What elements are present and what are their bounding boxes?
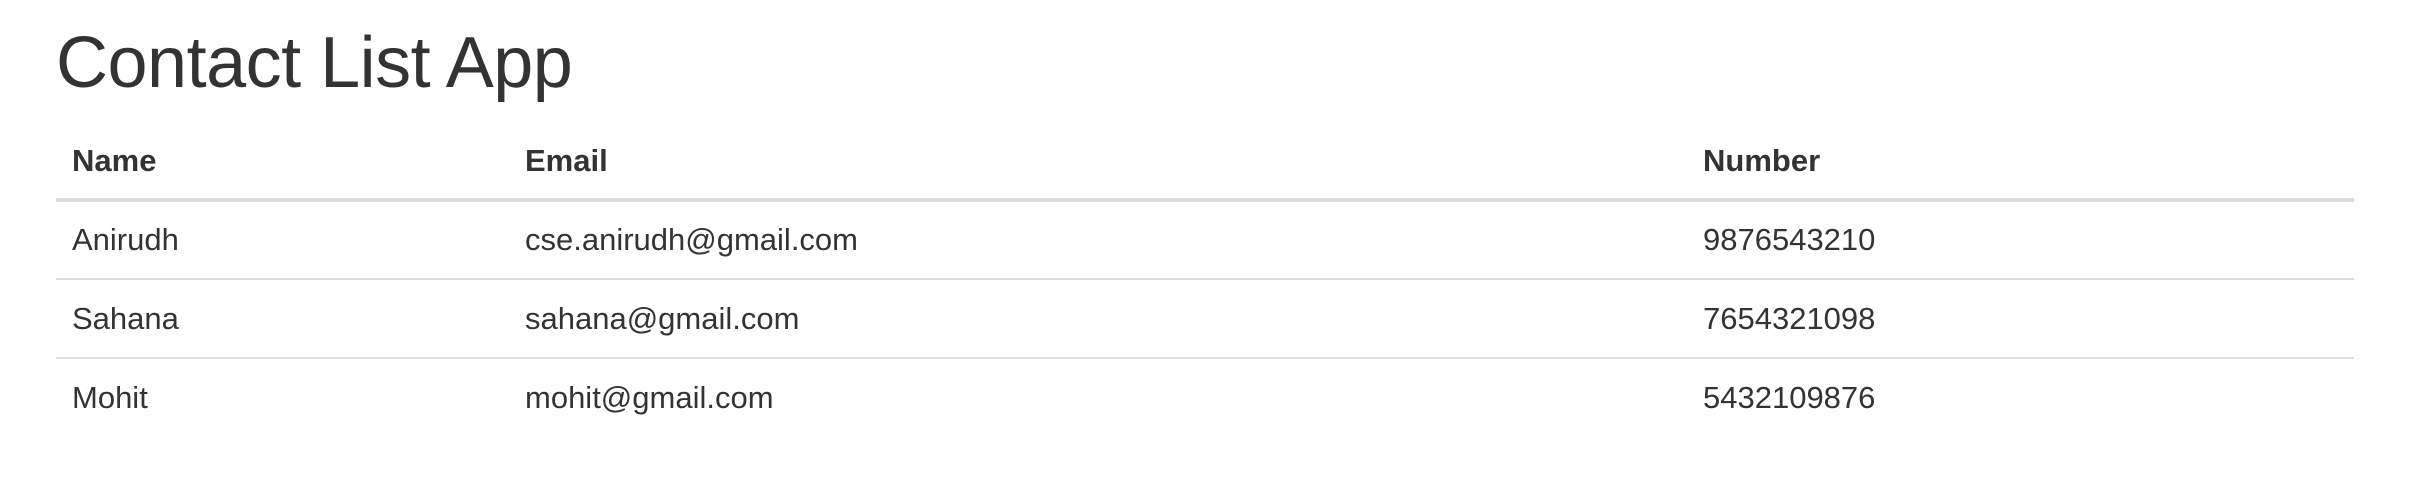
contact-email: cse.anirudh@gmail.com — [509, 200, 1687, 280]
contacts-table: Name Email Number Anirudh cse.anirudh@gm… — [56, 124, 2354, 437]
contact-name: Sahana — [56, 279, 509, 359]
header-row: Name Email Number — [56, 124, 2354, 202]
contact-name: Anirudh — [56, 200, 509, 280]
table-row: Anirudh cse.anirudh@gmail.com 9876543210 — [56, 200, 2354, 280]
table-row: Mohit mohit@gmail.com 5432109876 — [56, 358, 2354, 437]
contact-email: sahana@gmail.com — [509, 279, 1687, 359]
contact-number: 7654321098 — [1687, 279, 2354, 359]
contact-number: 9876543210 — [1687, 200, 2354, 280]
table-header: Name Email Number — [56, 124, 2354, 202]
page-title: Contact List App — [56, 23, 573, 103]
column-header-name: Name — [56, 124, 509, 202]
column-header-email: Email — [509, 124, 1687, 202]
contact-number: 5432109876 — [1703, 380, 1876, 415]
contact-name: Mohit — [72, 380, 148, 415]
table-body: Anirudh cse.anirudh@gmail.com 9876543210… — [56, 200, 2354, 437]
contact-email: mohit@gmail.com — [525, 380, 774, 415]
table-row: Sahana sahana@gmail.com 7654321098 — [56, 279, 2354, 359]
main-container: Contact List App Name Email Number Aniru… — [56, 0, 2354, 437]
column-header-number: Number — [1687, 124, 2354, 202]
